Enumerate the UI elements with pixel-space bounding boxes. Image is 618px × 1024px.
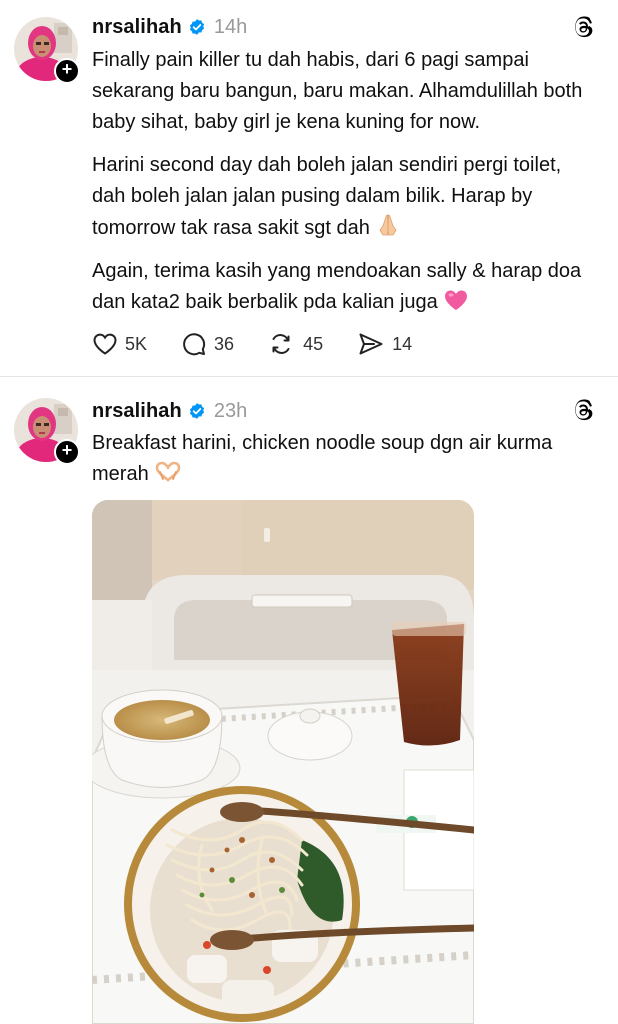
post-text: Breakfast harini, chicken noodle soup dg… xyxy=(92,432,553,485)
repost-icon xyxy=(272,334,290,354)
pink-heart-emoji xyxy=(445,290,468,310)
heart-icon xyxy=(93,333,117,355)
share-button[interactable]: 14 xyxy=(357,331,412,357)
follow-button[interactable]: + xyxy=(54,439,80,465)
heart-hands-emoji xyxy=(155,461,181,482)
post-header: nrsalihah 14h xyxy=(92,13,247,41)
plus-icon: + xyxy=(61,440,73,460)
post-actions: 5K 36 45 14 xyxy=(92,330,446,358)
like-button[interactable]: 5K xyxy=(92,332,147,356)
verified-badge-icon xyxy=(189,403,204,419)
repost-count: 45 xyxy=(303,333,324,354)
plus-icon: + xyxy=(61,59,73,79)
post-image[interactable] xyxy=(92,500,474,1024)
post-time: 14h xyxy=(213,15,248,38)
thread-post: + nrsalihah 14h Finally pain killer tu d… xyxy=(0,0,618,376)
repost-button[interactable]: 45 xyxy=(268,331,323,357)
threads-logo-icon[interactable] xyxy=(572,16,594,40)
post-time: 23h xyxy=(213,399,248,422)
username[interactable]: nrsalihah xyxy=(92,16,182,39)
reply-count: 36 xyxy=(214,333,235,354)
send-icon xyxy=(359,333,383,355)
post-body: Finally pain killer tu dah habis, dari 6… xyxy=(92,45,592,330)
folded-hands-emoji xyxy=(379,214,397,236)
post-header: nrsalihah 23h xyxy=(92,397,247,425)
follow-button[interactable]: + xyxy=(54,58,80,84)
comment-icon xyxy=(183,333,206,356)
reply-button[interactable]: 36 xyxy=(181,331,234,357)
post-paragraph: Harini second day dah boleh jalan sendir… xyxy=(92,154,562,239)
share-count: 14 xyxy=(392,333,413,354)
threads-logo-icon[interactable] xyxy=(572,399,594,423)
username[interactable]: nrsalihah xyxy=(92,400,182,423)
post-paragraph: Finally pain killer tu dah habis, dari 6… xyxy=(92,49,583,133)
verified-badge-icon xyxy=(189,19,204,35)
post-body: Breakfast harini, chicken noodle soup dg… xyxy=(92,428,562,490)
like-count: 5K xyxy=(125,333,148,354)
post-paragraph: Again, terima kasih yang mendoakan sally… xyxy=(92,260,582,313)
thread-post: + nrsalihah 23h Breakfast harini, chicke… xyxy=(0,377,618,1024)
